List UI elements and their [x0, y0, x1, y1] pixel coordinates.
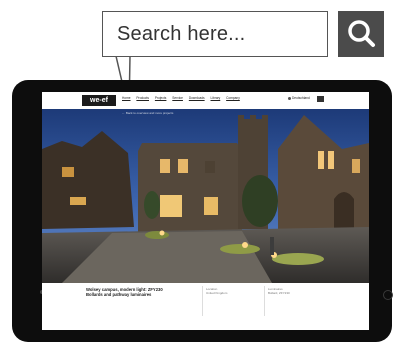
site-nav: we-ef Home Products Projects Service Dow… — [42, 92, 369, 109]
nav-company[interactable]: Company — [226, 96, 240, 100]
nav-service[interactable]: Service — [172, 96, 183, 100]
info-divider — [264, 286, 265, 316]
info-divider — [202, 286, 203, 316]
project-info: Wolsey campus, modern light: ZFY230 Boll… — [42, 283, 369, 330]
tablet-screen: we-ef Home Products Projects Service Dow… — [42, 92, 369, 330]
luminaire-value: Bollard, ZFY230 — [268, 291, 290, 295]
search-button[interactable] — [338, 11, 384, 57]
project-title-line2: Bollards and pathway luminaires — [86, 292, 152, 297]
globe-icon — [288, 97, 291, 100]
nav-links: Home Products Projects Service Downloads… — [122, 96, 245, 100]
back-link[interactable]: ← Back to overview and more projects — [122, 111, 173, 115]
nav-home[interactable]: Home — [122, 96, 131, 100]
nav-downloads[interactable]: Downloads — [189, 96, 205, 100]
nav-projects[interactable]: Projects — [155, 96, 167, 100]
language-selector[interactable]: Deutschland — [292, 96, 310, 100]
nav-products[interactable]: Products — [136, 96, 149, 100]
cart-icon[interactable] — [317, 96, 324, 102]
location-info: Location United Kingdom — [206, 287, 227, 295]
luminaire-info: Luminaires Bollard, ZFY230 — [268, 287, 290, 295]
hero-photo — [42, 109, 369, 283]
search-input[interactable]: Search here... — [102, 11, 328, 57]
nav-library[interactable]: Library — [211, 96, 221, 100]
site-logo[interactable]: we-ef — [82, 95, 116, 106]
location-value: United Kingdom — [206, 291, 228, 295]
project-title: Wolsey campus, modern light: ZFY230 Boll… — [86, 287, 196, 297]
search-icon — [348, 20, 375, 47]
tablet-home-button[interactable] — [383, 290, 393, 300]
search-placeholder: Search here... — [117, 23, 246, 45]
